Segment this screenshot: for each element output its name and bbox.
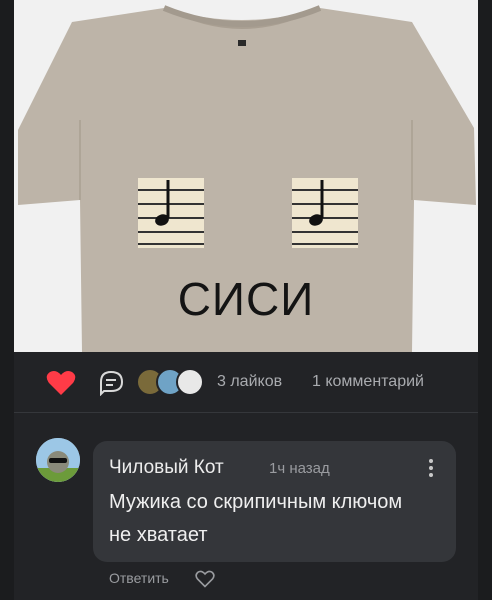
reply-button[interactable]: Ответить: [109, 570, 169, 586]
more-options-icon[interactable]: [428, 459, 434, 479]
likers-avatars[interactable]: [136, 368, 216, 396]
divider: [14, 412, 478, 413]
liker-avatar: [176, 368, 204, 396]
comment-icon[interactable]: [98, 370, 124, 397]
post-card: СИСИ 3 лайков 1 комментарий Чиловый Кот …: [14, 0, 478, 600]
comments-count[interactable]: 1 комментарий: [312, 373, 424, 391]
likes-count[interactable]: 3 лайков: [217, 373, 282, 391]
comment-text: Мужика со скрипичным ключом не хватает: [109, 491, 403, 546]
post-actions-bar: 3 лайков 1 комментарий: [14, 352, 478, 412]
tshirt-print-text: СИСИ: [177, 273, 315, 325]
comment-timestamp: 1ч назад: [269, 460, 330, 477]
comment-like-heart-icon[interactable]: [195, 570, 215, 588]
music-note-patch-left: [138, 178, 204, 248]
comment-bubble: Чиловый Кот 1ч назад Мужика со скрипичны…: [93, 441, 456, 562]
post-image[interactable]: СИСИ: [14, 0, 478, 352]
like-heart-icon[interactable]: [46, 370, 76, 396]
comment-author-avatar[interactable]: [36, 438, 80, 482]
music-note-patch-right: [292, 178, 358, 248]
comment-author-name[interactable]: Чиловый Кот: [109, 457, 224, 479]
